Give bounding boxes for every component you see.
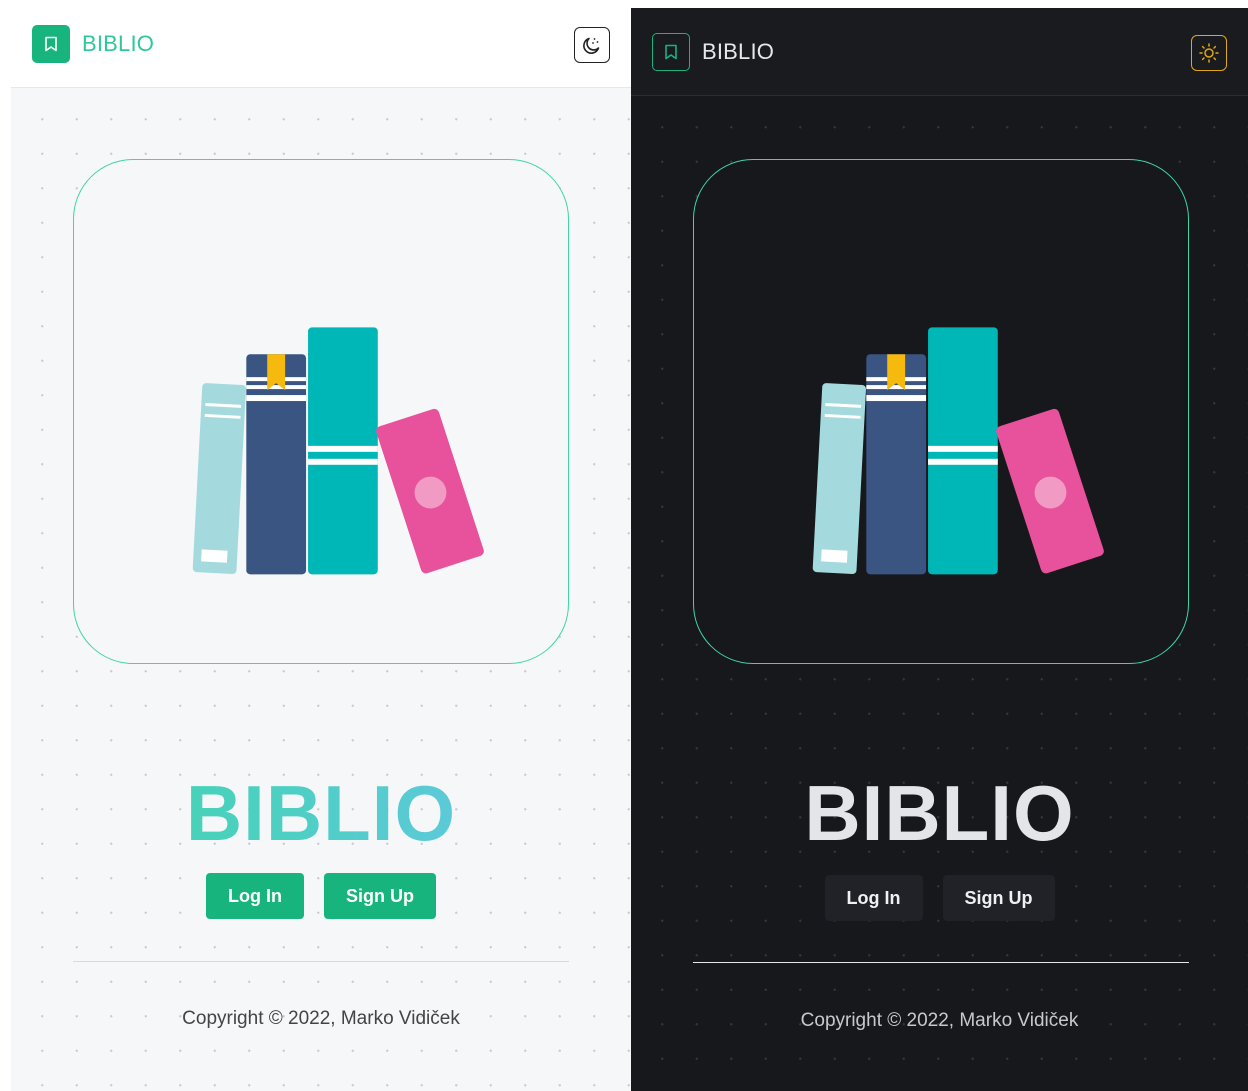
signup-button[interactable]: Sign Up	[324, 873, 436, 919]
books-illustration	[812, 327, 1104, 575]
login-button[interactable]: Log In	[206, 873, 304, 919]
login-button[interactable]: Log In	[824, 875, 923, 921]
theme-toggle-button[interactable]	[1191, 35, 1227, 71]
dark-theme-panel: BIBLIO BIBLIO Log In Sign Up Copyright ©…	[631, 8, 1248, 1091]
screenshot-root: BIBLIO BIBLIO Log In Sign Up Copyright ©…	[0, 0, 1248, 1091]
signup-button[interactable]: Sign Up	[942, 875, 1055, 921]
brand-name[interactable]: BIBLIO	[82, 31, 154, 57]
auth-buttons: Log In Sign Up	[631, 875, 1248, 921]
copyright-text: Copyright © 2022, Marko Vidiček	[182, 1008, 460, 1029]
bookmark-icon	[45, 36, 57, 51]
bookmark-icon	[665, 44, 677, 59]
logo-badge[interactable]	[32, 24, 70, 63]
hero-title: BIBLIO	[11, 768, 631, 859]
hero-title: BIBLIO	[804, 769, 1075, 857]
footer-divider	[73, 961, 569, 962]
copyright-text: Copyright © 2022, Marko Vidiček	[800, 1010, 1079, 1031]
auth-buttons: Log In Sign Up	[11, 873, 631, 919]
light-theme-panel: BIBLIO BIBLIO Log In Sign Up Copyright ©…	[11, 0, 631, 1091]
app-header: BIBLIO	[631, 8, 1248, 96]
brand-name[interactable]: BIBLIO	[702, 39, 774, 65]
hero-image-frame	[693, 159, 1189, 664]
theme-toggle-button[interactable]	[574, 27, 610, 63]
hero-image-frame	[73, 159, 569, 664]
sun-icon	[1199, 43, 1219, 63]
logo-badge[interactable]	[652, 32, 690, 71]
books-illustration	[192, 327, 484, 575]
moon-icon	[583, 37, 600, 54]
footer-divider	[693, 962, 1189, 963]
app-header: BIBLIO	[11, 0, 631, 88]
